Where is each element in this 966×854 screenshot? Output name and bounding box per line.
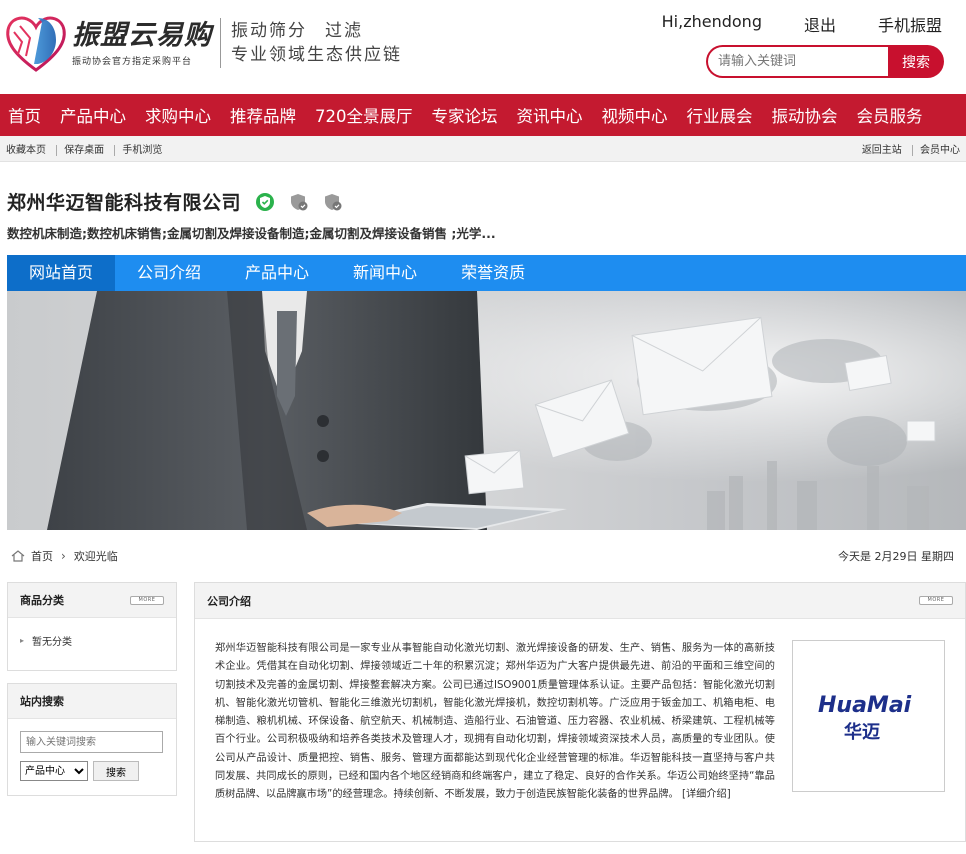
site-search-button[interactable]: 搜索: [93, 761, 139, 781]
date-text: 今天是 2月29日 星期四: [838, 550, 954, 563]
nav-brands[interactable]: 推荐品牌: [230, 103, 296, 127]
mobile-link[interactable]: 手机振盟: [878, 12, 942, 36]
chevron-right-icon: ›: [61, 549, 66, 563]
site-nav-about[interactable]: 公司介绍: [115, 255, 223, 291]
company-business-scope: 数控机床制造;数控机床销售;金属切割及焊接设备制造;金属切割及焊接设备销售 ;光…: [7, 226, 496, 241]
breadcrumb-home-link[interactable]: 首页: [31, 548, 53, 564]
top-header: 振盟云易购 振动协会官方指定采购平台 振动筛分 过滤 专业领域生态供应链 Hi,z…: [0, 0, 966, 94]
logo-tagline: 振动协会官方指定采购平台: [72, 56, 193, 67]
mobile-browse-link[interactable]: 手机浏览: [114, 145, 170, 156]
slogan-part-b: 过滤: [325, 21, 363, 41]
company-intro-panel: 公司介绍 MORE 郑州华迈智能科技有限公司是一家专业从事智能自动化激光切割、激…: [194, 582, 966, 842]
back-main-site-link[interactable]: 返回主站: [862, 145, 909, 156]
intro-body: 郑州华迈智能科技有限公司是一家专业从事智能自动化激光切割、激光焊接设备的研发、生…: [215, 643, 775, 801]
nav-exhibitions[interactable]: 行业展会: [687, 103, 753, 127]
grey-shield-icon: [291, 193, 308, 210]
huamai-logo-icon: HuaMai 华迈: [818, 693, 912, 743]
main-nav: 首页 产品中心 求购中心 推荐品牌 720全景展厅 专家论坛 资讯中心 视频中心…: [0, 94, 966, 136]
intro-more-button[interactable]: MORE: [919, 596, 953, 605]
bookmark-page-link[interactable]: 收藏本页: [6, 145, 53, 156]
grey-certificate-shield-icon: [325, 193, 342, 210]
company-header: 郑州华迈智能科技有限公司 数控机床制造;数控机床销售;金属切割及焊接设备制造;金…: [0, 162, 966, 255]
site-nav-home[interactable]: 网站首页: [7, 255, 116, 291]
site-search-panel: 站内搜索 产品中心 搜索: [7, 683, 177, 796]
user-links: Hi,zhendong 退出 手机振盟: [620, 12, 942, 36]
site-search-select[interactable]: 产品中心: [20, 761, 88, 781]
nav-expert-forum[interactable]: 专家论坛: [432, 103, 498, 127]
logo-name: 振盟云易购: [72, 19, 212, 51]
category-title: 商品分类: [20, 594, 64, 607]
site-search-title: 站内搜索: [20, 695, 64, 708]
site-search-input[interactable]: [20, 731, 163, 753]
site-nav-news[interactable]: 新闻中心: [331, 255, 439, 291]
nav-news[interactable]: 资讯中心: [517, 103, 583, 127]
intro-title: 公司介绍: [207, 594, 251, 608]
category-panel: 商品分类 MORE ▸ 暂无分类: [7, 582, 177, 671]
caret-right-icon: ▸: [20, 635, 25, 645]
greeting-link[interactable]: Hi,zhendong: [662, 12, 762, 36]
bottom-content: 商品分类 MORE ▸ 暂无分类 站内搜索 产品中心 搜索: [0, 582, 966, 854]
sidebar: 商品分类 MORE ▸ 暂无分类 站内搜索 产品中心 搜索: [7, 582, 177, 854]
nav-purchase[interactable]: 求购中心: [145, 103, 211, 127]
nav-member-service[interactable]: 会员服务: [857, 103, 923, 127]
site-nav-honors[interactable]: 荣誉资质: [439, 255, 547, 291]
company-site-nav: 网站首页 公司介绍 产品中心 新闻中心 荣誉资质: [7, 255, 966, 291]
nav-home[interactable]: 首页: [8, 103, 41, 127]
detail-link[interactable]: [详细介绍]: [682, 789, 731, 800]
company-name: 郑州华迈智能科技有限公司: [7, 192, 242, 214]
header-search: 搜索: [706, 45, 944, 78]
header-search-button[interactable]: 搜索: [888, 45, 944, 78]
heart-logo-icon: [6, 16, 66, 72]
nav-video[interactable]: 视频中心: [602, 103, 668, 127]
logo-cn: 华迈: [844, 721, 880, 743]
slogan-part-a: 振动筛分: [231, 21, 307, 41]
home-icon: [11, 550, 25, 562]
category-item[interactable]: ▸ 暂无分类: [20, 628, 164, 652]
util-bar: 收藏本页 保存桌面 手机浏览 返回主站 会员中心: [0, 136, 966, 162]
nav-association[interactable]: 振动协会: [772, 103, 838, 127]
member-center-link[interactable]: 会员中心: [912, 145, 960, 156]
slogan: 振动筛分 过滤 专业领域生态供应链: [231, 19, 402, 67]
nav-720-showroom[interactable]: 720全景展厅: [315, 103, 413, 127]
logo-latin: HuaMai: [818, 693, 912, 718]
breadcrumb: 首页 › 欢迎光临 今天是 2月29日 星期四: [0, 530, 966, 582]
logout-link[interactable]: 退出: [804, 12, 836, 36]
category-more-button[interactable]: MORE: [130, 595, 164, 605]
nav-products[interactable]: 产品中心: [60, 103, 126, 127]
header-search-input[interactable]: [706, 45, 888, 78]
breadcrumb-current: 欢迎光临: [73, 550, 118, 563]
site-nav-products[interactable]: 产品中心: [223, 255, 331, 291]
category-item-label: 暂无分类: [32, 636, 73, 648]
intro-text: 郑州华迈智能科技有限公司是一家专业从事智能自动化激光切割、激光焊接设备的研发、生…: [215, 640, 775, 805]
company-logo: HuaMai 华迈: [792, 640, 945, 792]
save-desktop-link[interactable]: 保存桌面: [56, 145, 112, 156]
slogan-line-2: 专业领域生态供应链: [231, 45, 402, 65]
banner-illustration: [7, 291, 966, 530]
site-logo[interactable]: 振盟云易购 振动协会官方指定采购平台 振动筛分 过滤 专业领域生态供应链: [4, 8, 424, 78]
verified-shield-icon: [256, 192, 275, 211]
logo-divider: [220, 18, 221, 68]
banner-image: [7, 291, 966, 530]
